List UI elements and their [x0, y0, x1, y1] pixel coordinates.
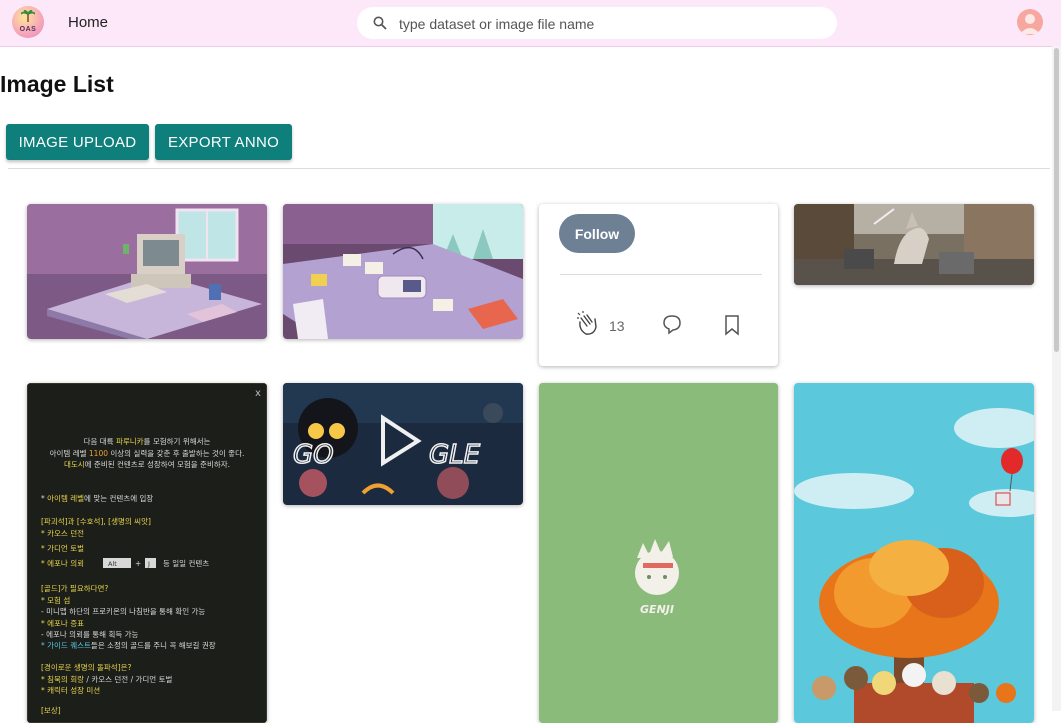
svg-text:아이템 레벨 1100 이상의 실력을 갖춘 후 출발하는: 아이템 레벨 1100 이상의 실력을 갖춘 후 출발하는 것이 좋다. [50, 448, 245, 458]
notice-item-4: * 모험 섬 [41, 595, 70, 605]
notice-close-icon[interactable]: x [255, 388, 261, 399]
clap-count: 13 [609, 318, 625, 334]
image-upload-button[interactable]: IMAGE UPLOAD [6, 124, 149, 160]
svg-text:대도시에 준비된 컨텐츠로 성장하여 모험을 준비하자.: 대도시에 준비된 컨텐츠로 성장하여 모험을 준비하자. [64, 459, 230, 469]
export-anno-button[interactable]: EXPORT ANNO [155, 124, 292, 160]
search-input[interactable] [397, 13, 821, 35]
svg-text:* 에포나 의뢰: * 에포나 의뢰 [41, 558, 84, 568]
notice-heading-1: [파괴석]과 [수호석], [생명의 씨앗] [41, 516, 151, 526]
notice-item-9-b: / 카오스 던전 / 가디언 토벌 [84, 674, 172, 684]
notice-item-1: * 카오스 던전 [41, 528, 84, 538]
clap-icon[interactable] [575, 310, 601, 336]
social-card-divider [560, 274, 762, 275]
notice-item-6: * 에포나 증표 [41, 619, 84, 628]
palm-tree-icon [21, 10, 35, 22]
genji-logo-thumbnail: GENJI [539, 383, 778, 723]
notice-item-9-a: * 침묵의 회랑 [41, 674, 84, 684]
doodle-letters-go: GO [293, 440, 334, 470]
notice-item-5: - 미니맵 하단의 프로키온의 나침반을 통해 확인 가능 [41, 606, 205, 616]
image-card-genji[interactable]: GENJI [539, 383, 778, 723]
logo-text: OAS [19, 26, 37, 33]
page-title: Image List [0, 71, 114, 97]
genji-label: GENJI [640, 603, 674, 616]
notice-key-alt: Alt [108, 560, 117, 568]
notice-item-3-a: * 에포나 의뢰 [41, 558, 84, 568]
game-notice-panel: x 다음 대륙 파루니카를 모험하기 위해서는 아이템 레벨 1100 이상의 … [27, 383, 267, 723]
image-card-google-doodle[interactable]: GO GLE [283, 383, 523, 505]
notice-line-intro3-b: 에 준비된 컨텐츠로 성장하여 모험을 준비하자. [85, 459, 230, 469]
user-avatar-icon[interactable] [1017, 9, 1043, 35]
notice-heading-4: [보상] [41, 705, 61, 715]
notice-line-intro1-b: 파루니카 [116, 437, 144, 446]
autumn-tree-thumbnail [794, 383, 1034, 723]
comment-icon[interactable] [661, 313, 683, 335]
svg-text:* 가이드 퀘스트들은 소정의 골드를 주니 꼭 해보길 권: * 가이드 퀘스트들은 소정의 골드를 주니 꼭 해보길 권장 [41, 640, 216, 650]
retro-computer-thumbnail [27, 204, 267, 339]
search-bar [357, 7, 837, 39]
gameboy-desk-thumbnail [283, 204, 523, 339]
notice-item-2: * 가디언 토벌 [41, 543, 84, 553]
top-app-bar: OAS Home [0, 0, 1061, 47]
halloween-doodle-thumbnail: GO GLE [283, 383, 523, 505]
notice-item-8-b: 들은 소정의 골드를 주니 꼭 해보길 권장 [91, 640, 216, 650]
notice-line-intro2-a: 아이템 레벨 [50, 448, 89, 458]
notice-line-intro1-a: 다음 대륙 [84, 437, 116, 446]
image-card-horse-rider[interactable] [794, 204, 1034, 285]
image-card-autumn-tree[interactable] [794, 383, 1034, 723]
notice-line-intro1-c: 를 모험하기 위해서는 [144, 436, 211, 446]
svg-text:다음 대륙 파루니카를 모험하기 위해서는: 다음 대륙 파루니카를 모험하기 위해서는 [84, 436, 211, 446]
notice-heading-3: [경이로운 생명의 돌파석]은? [41, 662, 132, 672]
divider [8, 168, 1050, 169]
notice-item-10: * 캐릭터 성장 미션 [41, 685, 100, 695]
notice-line-intro2-b: 1100 [89, 449, 108, 458]
notice-b1-b: 아이템 레벨 [47, 493, 84, 503]
notice-line-intro2-c: 이상의 실력을 갖춘 후 출발하는 것이 좋다. [108, 448, 244, 458]
page-scrollbar[interactable] [1052, 46, 1061, 711]
notice-line-intro3-a: 대도시 [64, 460, 85, 469]
bookmark-icon[interactable] [724, 314, 740, 336]
scrollbar-thumb[interactable] [1054, 48, 1059, 352]
notice-item-7: - 에포나 의뢰를 통해 획득 가능 [41, 629, 139, 639]
notice-b1-c: 에 맞는 컨텐츠에 입장 [84, 493, 153, 503]
doodle-letters-gle: GLE [429, 440, 481, 470]
image-card-game-notice[interactable]: x 다음 대륙 파루니카를 모험하기 위해서는 아이템 레벨 1100 이상의 … [27, 383, 267, 723]
follow-button[interactable]: Follow [559, 214, 635, 253]
notice-key-j: J [147, 560, 150, 568]
svg-text:+: + [135, 559, 141, 568]
notice-heading-2: [골드]가 필요하다면? [41, 583, 108, 593]
account-circle-icon [1020, 14, 1040, 34]
notice-item-8-a: * 가이드 퀘스트 [41, 640, 91, 650]
search-icon [373, 16, 387, 30]
social-card: Follow 13 [539, 204, 778, 366]
image-card-gameboy-desk[interactable] [283, 204, 523, 339]
notice-item-3-b: 등 일일 컨텐츠 [163, 558, 209, 568]
svg-text:* 침묵의 회랑 / 카오스 던전 / 가디언 토벌: * 침묵의 회랑 / 카오스 던전 / 가디언 토벌 [41, 674, 172, 684]
home-link[interactable]: Home [68, 14, 108, 31]
app-logo[interactable]: OAS [12, 6, 44, 38]
image-card-retro-computer[interactable] [27, 204, 267, 339]
horse-rider-thumbnail [794, 204, 1034, 285]
svg-text:* 아이템 레벨에 맞는 컨텐츠에 입장: * 아이템 레벨에 맞는 컨텐츠에 입장 [41, 493, 153, 503]
